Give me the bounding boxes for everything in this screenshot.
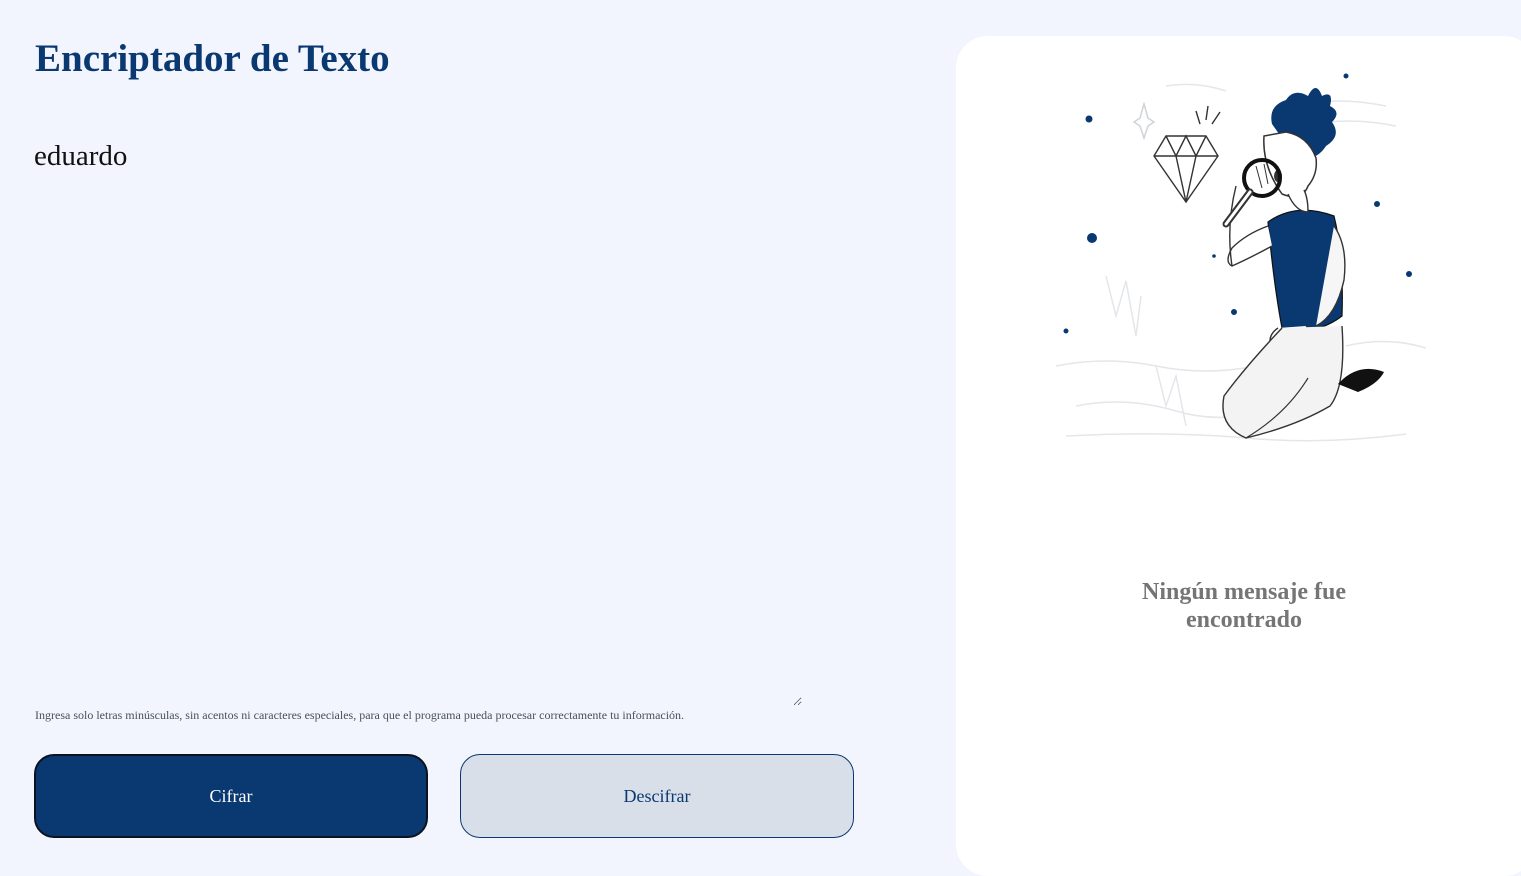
empty-message-line-2: encontrado: [1186, 607, 1302, 633]
text-input[interactable]: eduardo: [34, 134, 802, 706]
empty-output-message: Ningún mensaje fue encontrado: [956, 578, 1521, 634]
output-panel: Ningún mensaje fue encontrado: [956, 36, 1521, 876]
decrypt-button[interactable]: Descifrar: [460, 754, 854, 838]
empty-message-line-1: Ningún mensaje fue: [1141, 579, 1346, 605]
input-hint: Ingresa solo letras minúsculas, sin acen…: [35, 708, 685, 722]
person-with-magnifier-icon: [1055, 73, 1427, 442]
input-panel: Encriptador de Texto eduardo Ingresa sol…: [0, 0, 955, 856]
page-title: Encriptador de Texto: [35, 37, 390, 80]
encrypt-button[interactable]: Cifrar: [34, 754, 428, 838]
